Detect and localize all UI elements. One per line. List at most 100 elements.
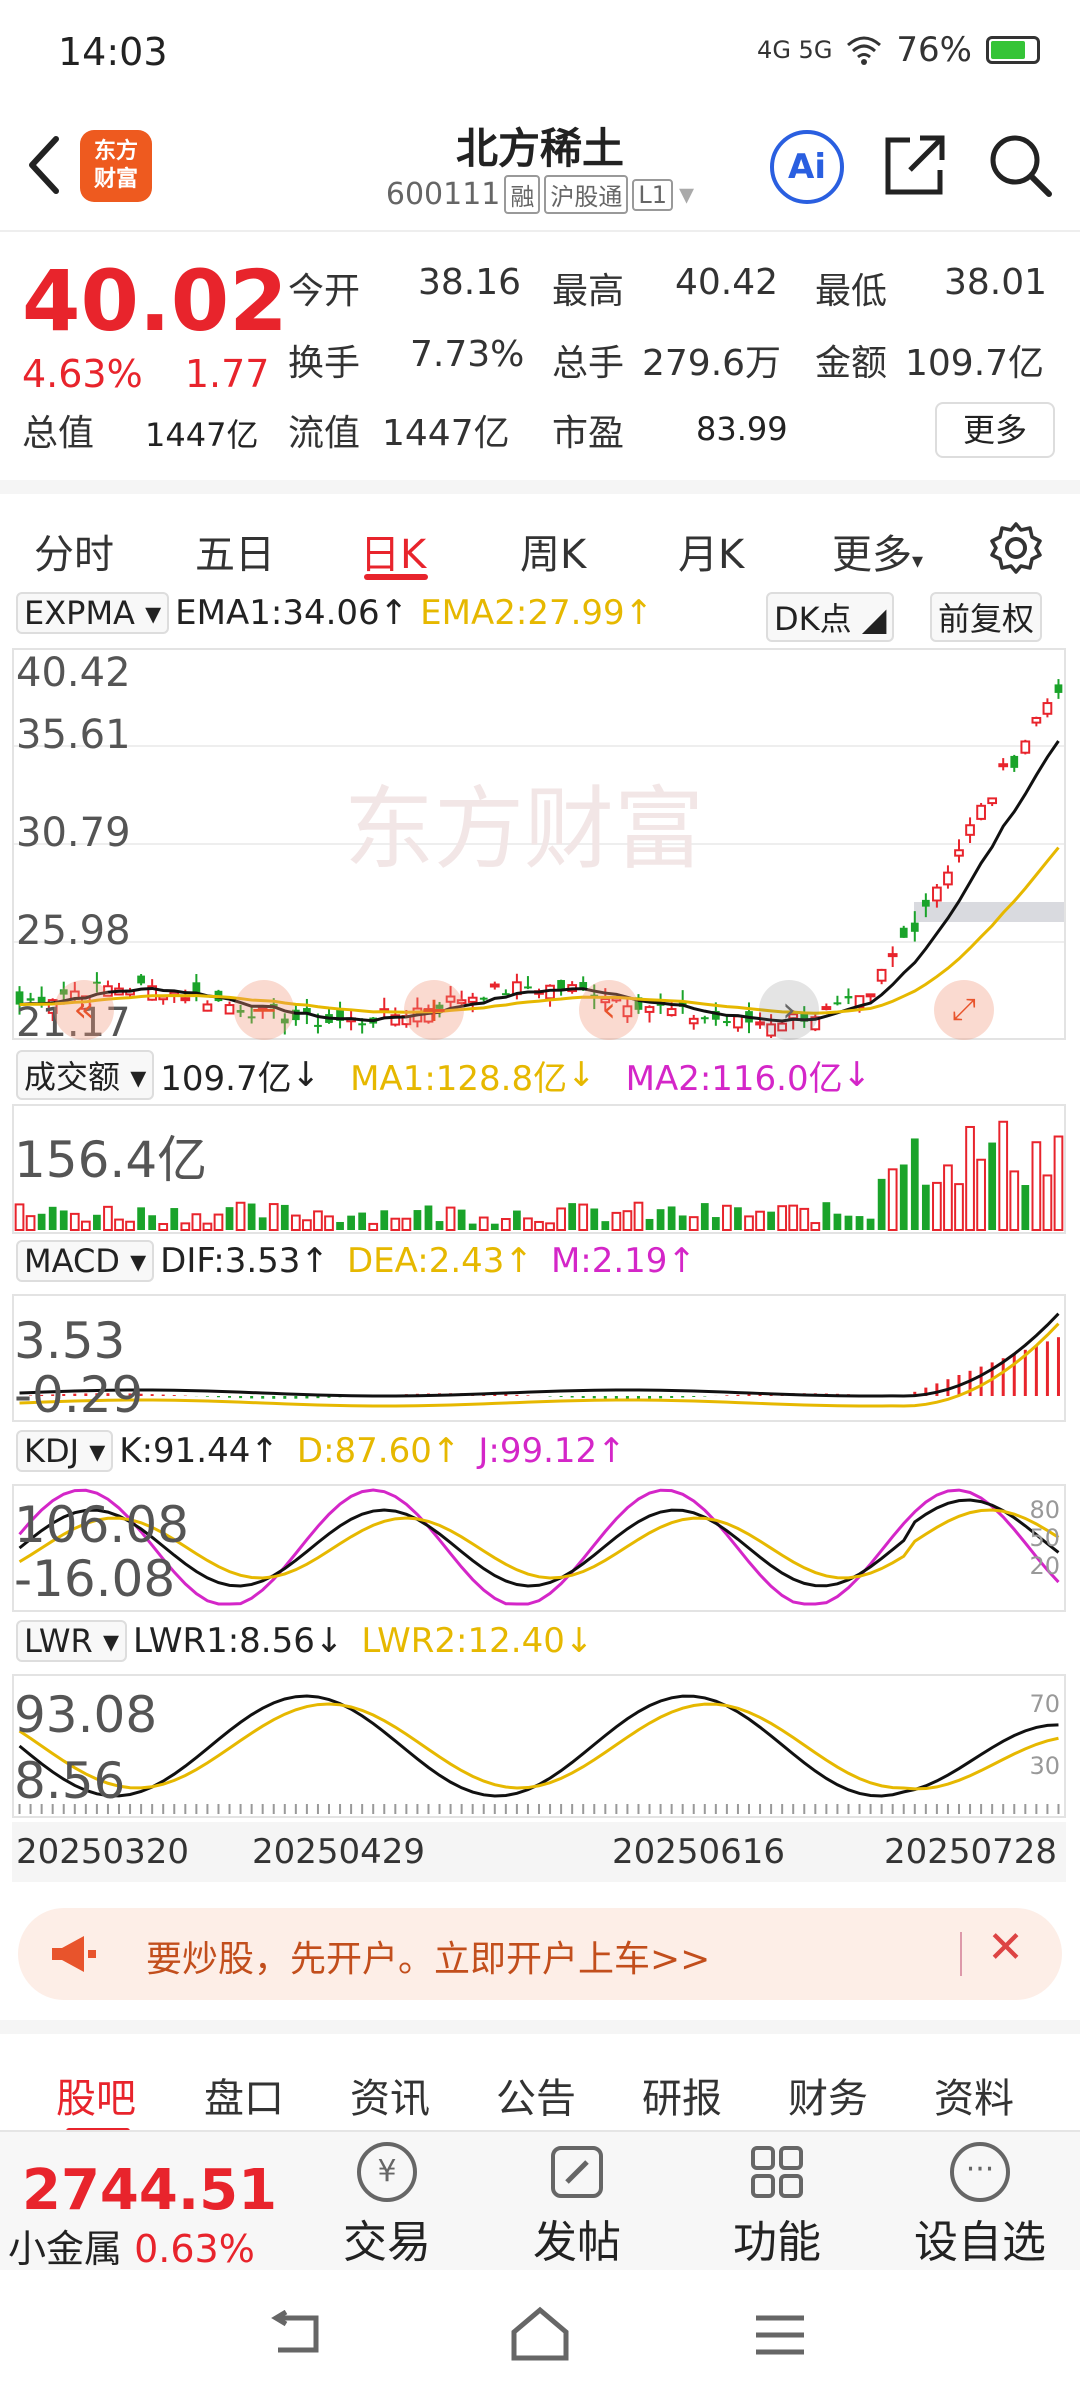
search-icon[interactable] bbox=[985, 130, 1055, 200]
kdj-select[interactable]: KDJ ▾ bbox=[16, 1430, 114, 1472]
post-button[interactable]: 发帖 bbox=[512, 2142, 642, 2270]
volume-bar bbox=[833, 1213, 842, 1230]
volume-bar bbox=[25, 1215, 36, 1231]
candle-body bbox=[1042, 702, 1053, 715]
volume-bar bbox=[767, 1211, 775, 1230]
candle-body bbox=[1010, 755, 1019, 768]
adjust-button[interactable]: 前复权 bbox=[930, 592, 1043, 642]
next-icon[interactable]: › bbox=[759, 980, 819, 1040]
candle-body bbox=[833, 1002, 842, 1005]
volume-bar bbox=[435, 1221, 444, 1230]
rewind-icon[interactable]: « bbox=[54, 980, 114, 1040]
volume-bar bbox=[170, 1208, 179, 1230]
volume-bar bbox=[235, 1201, 246, 1231]
tab-order-book[interactable]: 盘口 bbox=[204, 2066, 284, 2124]
candle-body bbox=[557, 980, 565, 990]
candle-body bbox=[1054, 684, 1063, 693]
volume-bar bbox=[1031, 1141, 1042, 1232]
tab-announcement[interactable]: 公告 bbox=[496, 2066, 576, 2124]
nav-home-icon[interactable] bbox=[510, 2306, 570, 2362]
grid-icon bbox=[751, 2146, 803, 2198]
volume-indicator-row: 成交额 ▾ 109.7亿 ↓ MA1:128.8亿 ↓ MA2:116.0亿 ↓ bbox=[16, 1050, 871, 1100]
volume-bar bbox=[877, 1178, 886, 1230]
nav-menu-icon[interactable] bbox=[752, 2310, 808, 2360]
open-label: 今开 bbox=[288, 271, 361, 312]
tab-monthly-k[interactable]: 月K bbox=[678, 522, 744, 580]
ai-icon[interactable]: Ai bbox=[770, 130, 844, 204]
volume-bar bbox=[523, 1217, 533, 1231]
tab-news[interactable]: 资讯 bbox=[350, 2066, 430, 2124]
macd-dea: DEA:2.43 bbox=[346, 1241, 505, 1281]
kdj-d: D:87.60 bbox=[296, 1431, 432, 1471]
close-icon[interactable]: ✕ bbox=[987, 1922, 1024, 1973]
tab-research[interactable]: 研报 bbox=[642, 2066, 722, 2124]
tab-guba[interactable]: 股吧 bbox=[56, 2066, 136, 2124]
volume-bar bbox=[556, 1207, 566, 1231]
stock-header: 东方 财富 北方稀土 600111 融 沪股通 L1 ▾ Ai bbox=[0, 110, 1080, 230]
candle-body bbox=[723, 1021, 731, 1024]
add-watchlist-button[interactable]: ··· 设自选 bbox=[890, 2142, 1070, 2270]
tab-daily-k[interactable]: 日K bbox=[360, 522, 426, 580]
candle-body bbox=[644, 1006, 655, 1013]
add-watchlist-label: 设自选 bbox=[914, 2217, 1046, 2268]
lwr-chart: 93.08 8.56 70 30 bbox=[12, 1674, 1066, 1818]
volume-y-label: 156.4亿 bbox=[14, 1131, 208, 1189]
volume-bar bbox=[954, 1183, 964, 1231]
nav-back-icon[interactable] bbox=[270, 2310, 326, 2360]
gear-icon[interactable] bbox=[988, 520, 1044, 576]
kline-chart[interactable]: 东方财富 40.42 35.61 30.79 25.98 21.17 « − +… bbox=[12, 648, 1066, 1046]
volume-bar bbox=[866, 1218, 875, 1230]
prev-icon[interactable]: ‹ bbox=[579, 980, 639, 1040]
volume-bar bbox=[534, 1220, 544, 1232]
function-button[interactable]: 功能 bbox=[712, 2142, 842, 2270]
tab-five-day[interactable]: 五日 bbox=[195, 522, 275, 580]
fullscreen-icon[interactable]: ⤢ bbox=[934, 980, 994, 1040]
float-value: 1447亿 bbox=[382, 413, 510, 454]
volume-bar bbox=[114, 1218, 124, 1232]
chevron-down-icon[interactable]: ▾ bbox=[679, 177, 694, 212]
tab-finance[interactable]: 财务 bbox=[788, 2066, 868, 2124]
period-tabs: 分时 五日 日K 周K 月K 更多▾ bbox=[0, 480, 1080, 580]
volume-bar bbox=[633, 1201, 644, 1231]
share-icon[interactable] bbox=[880, 130, 950, 200]
sector-index-value[interactable]: 2744.51 bbox=[22, 2158, 277, 2223]
high-value: 40.42 bbox=[675, 262, 779, 303]
lwr-ref-30: 30 bbox=[1029, 1752, 1060, 1780]
candle-body bbox=[688, 1017, 699, 1025]
volume-bar bbox=[268, 1203, 279, 1231]
bottom-toolbar: 2744.51 小金属 0.63% ¥ 交易 发帖 功能 ··· 设自选 bbox=[0, 2130, 1080, 2273]
more-button[interactable]: 更多 bbox=[935, 402, 1055, 458]
volume-select[interactable]: 成交额 ▾ bbox=[16, 1050, 155, 1100]
macd-select[interactable]: MACD ▾ bbox=[16, 1240, 155, 1282]
kdj-ref-lines: 80 50 20 bbox=[1029, 1496, 1060, 1580]
volume-bar bbox=[37, 1213, 46, 1230]
volume-bar bbox=[678, 1215, 687, 1230]
volume-bar bbox=[611, 1211, 622, 1231]
amount-label: 金额 bbox=[815, 343, 888, 384]
y-label-3: 30.79 bbox=[16, 810, 131, 856]
volume-bar bbox=[478, 1216, 489, 1231]
tab-more[interactable]: 更多▾ bbox=[832, 522, 923, 580]
candle-body bbox=[524, 986, 532, 989]
zoom-out-icon[interactable]: − bbox=[234, 980, 294, 1040]
macd-chart: 3.53 -0.29 bbox=[12, 1294, 1066, 1424]
megaphone-icon bbox=[52, 1936, 96, 1972]
candle-body bbox=[358, 1023, 367, 1026]
volume-bar bbox=[247, 1203, 256, 1230]
dk-button[interactable]: DK点 ◢ bbox=[766, 592, 895, 642]
clock: 14:03 bbox=[58, 30, 168, 74]
lwr-select[interactable]: LWR ▾ bbox=[16, 1620, 127, 1662]
trade-button[interactable]: ¥ 交易 bbox=[322, 2142, 452, 2270]
zoom-in-icon[interactable]: + bbox=[404, 980, 464, 1040]
sector-index-row[interactable]: 小金属 0.63% bbox=[8, 2218, 255, 2273]
open-account-banner[interactable]: 要炒股，先开户。立即开户上车>> ✕ bbox=[18, 1908, 1062, 2000]
tab-intraday[interactable]: 分时 bbox=[34, 522, 114, 580]
expma-select[interactable]: EXPMA ▾ bbox=[16, 592, 170, 634]
ema1-value: EMA1:34.06 bbox=[175, 593, 380, 633]
tab-weekly-k[interactable]: 周K bbox=[520, 522, 586, 580]
change-amount: 1.77 bbox=[184, 352, 270, 396]
candle-body bbox=[965, 824, 975, 836]
tab-profile[interactable]: 资料 bbox=[934, 2066, 1014, 2124]
volume-bar bbox=[490, 1223, 499, 1230]
candle-body bbox=[137, 975, 145, 984]
